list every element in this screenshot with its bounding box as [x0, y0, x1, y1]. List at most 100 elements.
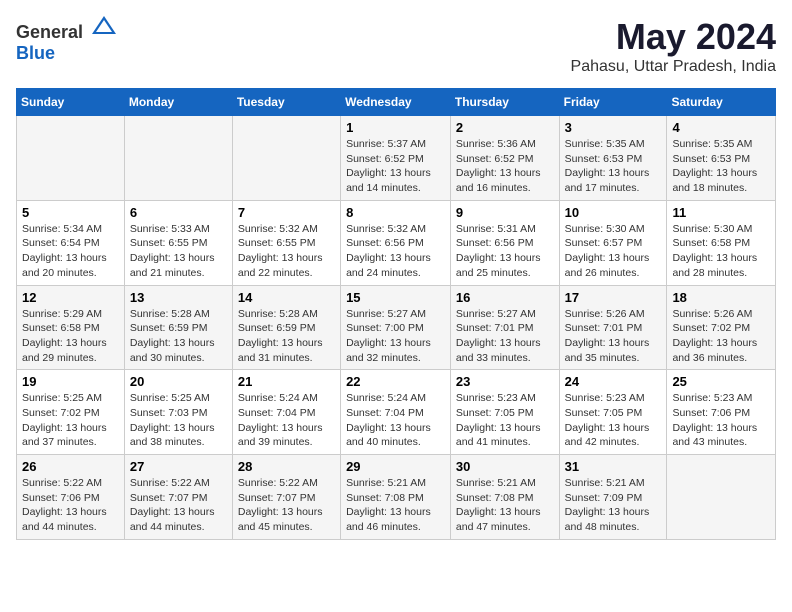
cell-content: Sunrise: 5:32 AM Sunset: 6:55 PM Dayligh…: [238, 222, 335, 281]
calendar-cell: 3 Sunrise: 5:35 AM Sunset: 6:53 PM Daylig…: [559, 116, 667, 201]
cell-content: Sunrise: 5:21 AM Sunset: 7:08 PM Dayligh…: [456, 476, 554, 535]
calendar-cell: 12 Sunrise: 5:29 AM Sunset: 6:58 PM Dayli…: [17, 285, 125, 370]
calendar-cell: 17 Sunrise: 5:26 AM Sunset: 7:01 PM Dayli…: [559, 285, 667, 370]
cell-content: Sunrise: 5:21 AM Sunset: 7:08 PM Dayligh…: [346, 476, 445, 535]
calendar-cell: 21 Sunrise: 5:24 AM Sunset: 7:04 PM Dayli…: [232, 370, 340, 455]
calendar-header-row: SundayMondayTuesdayWednesdayThursdayFrid…: [17, 89, 776, 116]
logo: General Blue: [16, 16, 118, 64]
calendar-cell: [667, 455, 776, 540]
calendar-cell: 24 Sunrise: 5:23 AM Sunset: 7:05 PM Dayli…: [559, 370, 667, 455]
calendar-cell: 4 Sunrise: 5:35 AM Sunset: 6:53 PM Daylig…: [667, 116, 776, 201]
day-number: 20: [130, 374, 227, 389]
day-number: 24: [565, 374, 662, 389]
cell-content: Sunrise: 5:35 AM Sunset: 6:53 PM Dayligh…: [565, 137, 662, 196]
calendar-cell: [17, 116, 125, 201]
day-of-week-header: Sunday: [17, 89, 125, 116]
calendar-cell: 13Sunrise: 5:28 AM Sunset: 6:59 PM Dayli…: [124, 285, 232, 370]
day-number: 25: [672, 374, 770, 389]
cell-content: Sunrise: 5:22 AM Sunset: 7:07 PM Dayligh…: [130, 476, 227, 535]
calendar-cell: 28 Sunrise: 5:22 AM Sunset: 7:07 PM Dayli…: [232, 455, 340, 540]
calendar-cell: 11 Sunrise: 5:30 AM Sunset: 6:58 PM Dayli…: [667, 200, 776, 285]
calendar-cell: 8Sunrise: 5:32 AM Sunset: 6:56 PM Daylig…: [341, 200, 451, 285]
day-number: 5: [22, 205, 119, 220]
day-number: 19: [22, 374, 119, 389]
day-number: 17: [565, 290, 662, 305]
calendar-cell: 30 Sunrise: 5:21 AM Sunset: 7:08 PM Dayli…: [450, 455, 559, 540]
calendar-week-row: 1 Sunrise: 5:37 AM Sunset: 6:52 PM Daylig…: [17, 116, 776, 201]
day-number: 9: [456, 205, 554, 220]
cell-content: Sunrise: 5:25 AM Sunset: 7:02 PM Dayligh…: [22, 391, 119, 450]
day-number: 30: [456, 459, 554, 474]
day-number: 28: [238, 459, 335, 474]
cell-content: Sunrise: 5:27 AM Sunset: 7:00 PM Dayligh…: [346, 307, 445, 366]
cell-content: Sunrise: 5:35 AM Sunset: 6:53 PM Dayligh…: [672, 137, 770, 196]
logo-text: General Blue: [16, 16, 118, 64]
cell-content: Sunrise: 5:34 AM Sunset: 6:54 PM Dayligh…: [22, 222, 119, 281]
cell-content: Sunrise: 5:22 AM Sunset: 7:07 PM Dayligh…: [238, 476, 335, 535]
cell-content: Sunrise: 5:31 AM Sunset: 6:56 PM Dayligh…: [456, 222, 554, 281]
cell-content: Sunrise: 5:26 AM Sunset: 7:01 PM Dayligh…: [565, 307, 662, 366]
day-number: 27: [130, 459, 227, 474]
day-number: 3: [565, 120, 662, 135]
calendar-week-row: 12 Sunrise: 5:29 AM Sunset: 6:58 PM Dayli…: [17, 285, 776, 370]
day-number: 4: [672, 120, 770, 135]
cell-content: Sunrise: 5:26 AM Sunset: 7:02 PM Dayligh…: [672, 307, 770, 366]
logo-icon: [90, 14, 118, 36]
cell-content: Sunrise: 5:23 AM Sunset: 7:06 PM Dayligh…: [672, 391, 770, 450]
cell-content: Sunrise: 5:24 AM Sunset: 7:04 PM Dayligh…: [238, 391, 335, 450]
day-number: 31: [565, 459, 662, 474]
calendar-cell: 16Sunrise: 5:27 AM Sunset: 7:01 PM Dayli…: [450, 285, 559, 370]
day-number: 11: [672, 205, 770, 220]
day-number: 29: [346, 459, 445, 474]
subtitle: Pahasu, Uttar Pradesh, India: [571, 58, 776, 76]
calendar-week-row: 19 Sunrise: 5:25 AM Sunset: 7:02 PM Dayli…: [17, 370, 776, 455]
calendar-week-row: 5 Sunrise: 5:34 AM Sunset: 6:54 PM Daylig…: [17, 200, 776, 285]
calendar-cell: 31Sunrise: 5:21 AM Sunset: 7:09 PM Dayli…: [559, 455, 667, 540]
day-number: 6: [130, 205, 227, 220]
calendar-cell: 19 Sunrise: 5:25 AM Sunset: 7:02 PM Dayli…: [17, 370, 125, 455]
cell-content: Sunrise: 5:36 AM Sunset: 6:52 PM Dayligh…: [456, 137, 554, 196]
calendar-cell: [124, 116, 232, 201]
day-number: 26: [22, 459, 119, 474]
day-number: 21: [238, 374, 335, 389]
calendar-table: SundayMondayTuesdayWednesdayThursdayFrid…: [16, 88, 776, 540]
logo-blue: Blue: [16, 43, 55, 63]
day-number: 1: [346, 120, 445, 135]
main-title: May 2024: [571, 16, 776, 58]
calendar-week-row: 26 Sunrise: 5:22 AM Sunset: 7:06 PM Dayli…: [17, 455, 776, 540]
calendar-cell: 18 Sunrise: 5:26 AM Sunset: 7:02 PM Dayli…: [667, 285, 776, 370]
calendar-cell: 9 Sunrise: 5:31 AM Sunset: 6:56 PM Daylig…: [450, 200, 559, 285]
cell-content: Sunrise: 5:23 AM Sunset: 7:05 PM Dayligh…: [565, 391, 662, 450]
day-number: 2: [456, 120, 554, 135]
calendar-cell: 10Sunrise: 5:30 AM Sunset: 6:57 PM Dayli…: [559, 200, 667, 285]
cell-content: Sunrise: 5:29 AM Sunset: 6:58 PM Dayligh…: [22, 307, 119, 366]
cell-content: Sunrise: 5:23 AM Sunset: 7:05 PM Dayligh…: [456, 391, 554, 450]
cell-content: Sunrise: 5:30 AM Sunset: 6:58 PM Dayligh…: [672, 222, 770, 281]
cell-content: Sunrise: 5:37 AM Sunset: 6:52 PM Dayligh…: [346, 137, 445, 196]
calendar-cell: 25 Sunrise: 5:23 AM Sunset: 7:06 PM Dayli…: [667, 370, 776, 455]
cell-content: Sunrise: 5:25 AM Sunset: 7:03 PM Dayligh…: [130, 391, 227, 450]
calendar-cell: [232, 116, 340, 201]
day-number: 18: [672, 290, 770, 305]
day-of-week-header: Wednesday: [341, 89, 451, 116]
day-of-week-header: Monday: [124, 89, 232, 116]
calendar-cell: 1 Sunrise: 5:37 AM Sunset: 6:52 PM Daylig…: [341, 116, 451, 201]
day-number: 14: [238, 290, 335, 305]
day-number: 12: [22, 290, 119, 305]
day-number: 7: [238, 205, 335, 220]
logo-general: General: [16, 22, 83, 42]
day-number: 15: [346, 290, 445, 305]
calendar-cell: 14 Sunrise: 5:28 AM Sunset: 6:59 PM Dayli…: [232, 285, 340, 370]
cell-content: Sunrise: 5:33 AM Sunset: 6:55 PM Dayligh…: [130, 222, 227, 281]
day-of-week-header: Friday: [559, 89, 667, 116]
cell-content: Sunrise: 5:28 AM Sunset: 6:59 PM Dayligh…: [238, 307, 335, 366]
calendar-cell: 7 Sunrise: 5:32 AM Sunset: 6:55 PM Daylig…: [232, 200, 340, 285]
calendar-cell: 20 Sunrise: 5:25 AM Sunset: 7:03 PM Dayli…: [124, 370, 232, 455]
day-number: 22: [346, 374, 445, 389]
calendar-cell: 2 Sunrise: 5:36 AM Sunset: 6:52 PM Daylig…: [450, 116, 559, 201]
day-number: 10: [565, 205, 662, 220]
calendar-body: 1 Sunrise: 5:37 AM Sunset: 6:52 PM Daylig…: [17, 116, 776, 540]
cell-content: Sunrise: 5:22 AM Sunset: 7:06 PM Dayligh…: [22, 476, 119, 535]
day-number: 16: [456, 290, 554, 305]
day-number: 23: [456, 374, 554, 389]
